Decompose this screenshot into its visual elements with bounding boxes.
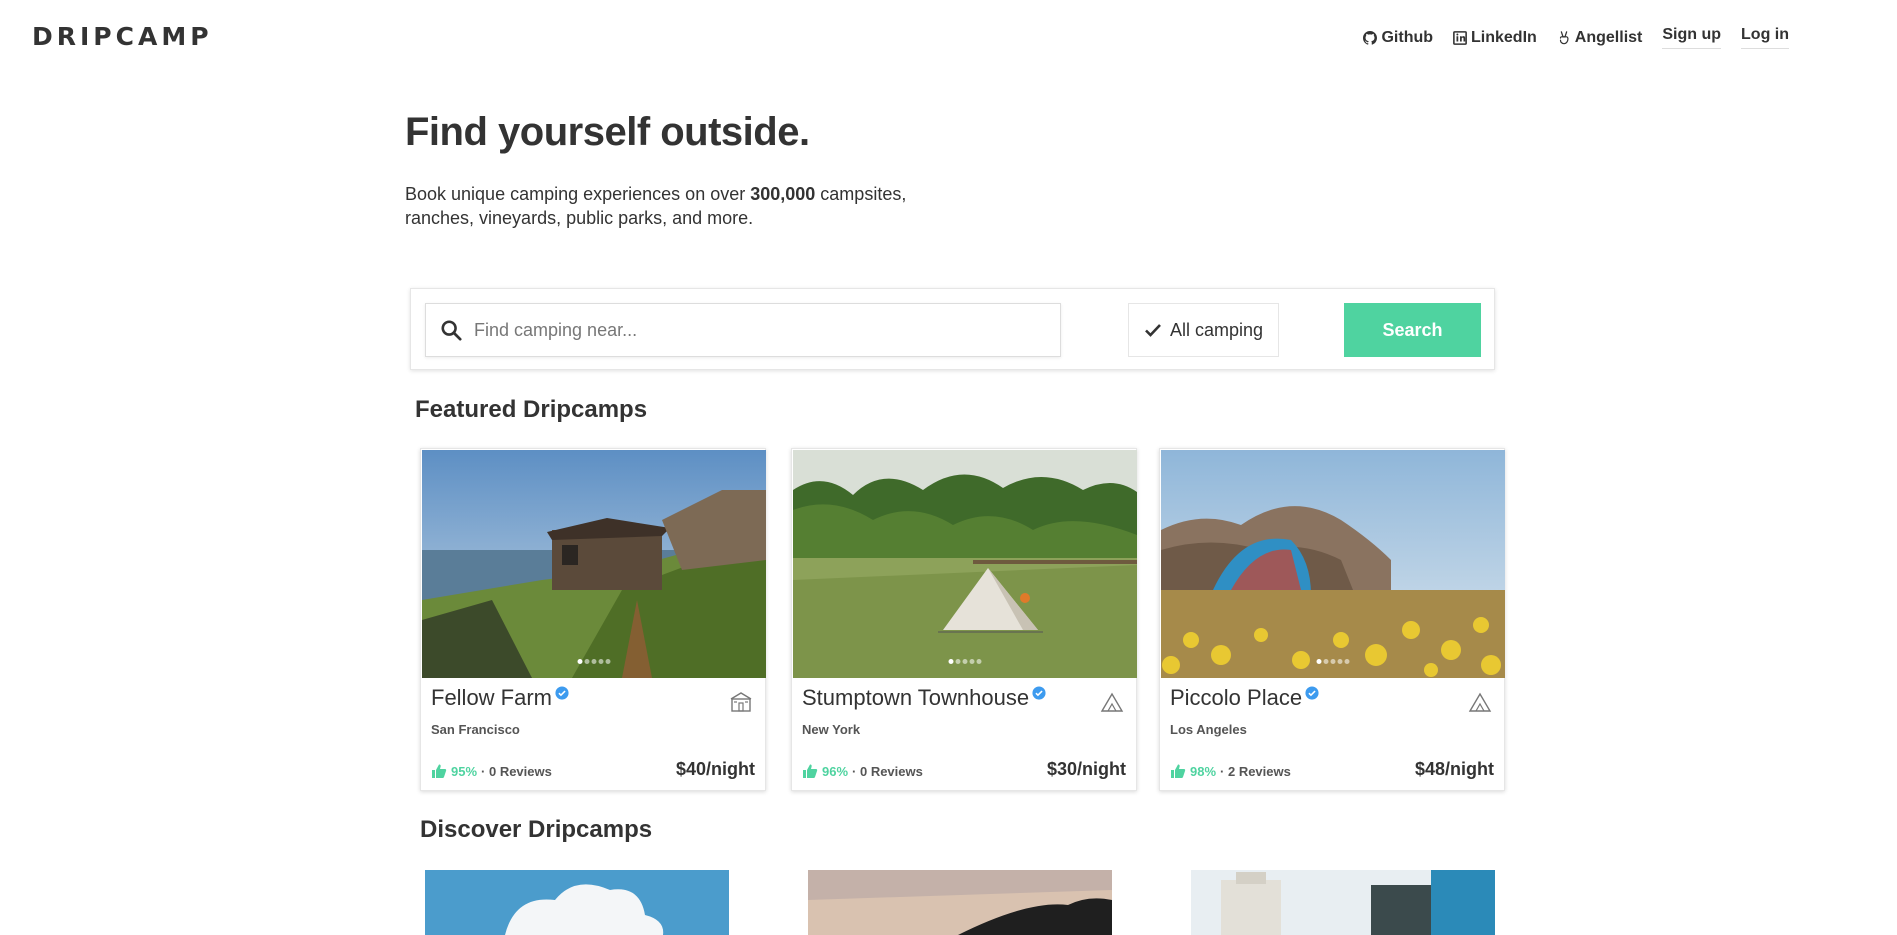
verified-badge-icon <box>555 686 569 700</box>
card-location: New York <box>802 722 861 737</box>
github-icon <box>1363 30 1378 45</box>
nav-angellist-label: Angellist <box>1574 28 1643 46</box>
card-title[interactable]: Piccolo Place <box>1170 685 1319 711</box>
nav-linkedin-link[interactable]: LinkedIn <box>1453 29 1537 47</box>
thumbs-up-icon <box>432 764 447 778</box>
camping-filter-button[interactable]: All camping <box>1128 303 1279 357</box>
thumbs-up-icon <box>803 764 818 778</box>
search-icon <box>441 320 462 341</box>
card-price: $48/night <box>1414 759 1494 779</box>
nav-linkedin-label: LinkedIn <box>1471 28 1537 46</box>
card-rating: 96% · 0 Reviews <box>802 763 923 779</box>
meadow-tent-photo <box>793 450 1137 678</box>
nav-github-label: Github <box>1381 28 1434 46</box>
featured-section-title: Featured Dripcamps <box>415 396 648 423</box>
discover-card-photo[interactable] <box>1191 870 1495 935</box>
discover-card-photo[interactable] <box>808 870 1112 935</box>
card-photo[interactable] <box>1161 450 1505 678</box>
hero-subtitle: Book unique camping experiences on over … <box>405 182 945 230</box>
review-count[interactable]: · 0 Reviews <box>852 764 923 779</box>
login-link[interactable]: Log in <box>1741 26 1789 49</box>
card-rating: 95% · 0 Reviews <box>431 763 552 779</box>
rating-percent: 98% <box>1190 763 1217 779</box>
city-buildings-photo <box>1191 870 1495 935</box>
card-name-text: Fellow Farm <box>431 685 553 710</box>
nav-github-link[interactable]: Github <box>1363 29 1433 47</box>
featured-card[interactable]: Piccolo Place Los Angeles 98% · 2 Review… <box>1159 448 1505 791</box>
verified-badge-icon <box>1032 686 1046 700</box>
site-header: DRIPCAMP Github LinkedIn Angellist Sign … <box>0 0 1897 72</box>
cloud-sky-photo <box>425 870 729 935</box>
card-photo[interactable] <box>422 450 766 678</box>
carousel-dots[interactable] <box>577 659 611 664</box>
hero-subtitle-pre: Book unique camping experiences on over <box>405 184 751 204</box>
rating-percent: 95% <box>451 763 478 779</box>
discover-section-title: Discover Dripcamps <box>420 816 653 843</box>
card-price: $30/night <box>1046 759 1126 779</box>
card-name-text: Piccolo Place <box>1170 685 1303 710</box>
top-nav: Github LinkedIn Angellist Sign up Log in <box>1363 26 1789 49</box>
wildflower-tent-photo <box>1161 450 1505 678</box>
dripcamp-logo[interactable]: DRIPCAMP <box>32 22 213 51</box>
search-panel: All camping Search <box>410 288 1495 370</box>
search-button[interactable]: Search <box>1344 303 1481 357</box>
hero-title: Find yourself outside. <box>405 110 810 154</box>
card-title[interactable]: Stumptown Townhouse <box>802 685 1046 711</box>
hero-subtitle-count: 300,000 <box>750 184 816 204</box>
discover-card-photo[interactable] <box>425 870 729 935</box>
card-price: $40/night <box>675 759 755 779</box>
tent-icon <box>1468 692 1492 712</box>
card-location: Los Angeles <box>1170 722 1247 737</box>
card-title[interactable]: Fellow Farm <box>431 685 569 711</box>
review-count[interactable]: · 0 Reviews <box>481 764 552 779</box>
featured-card[interactable]: Stumptown Townhouse New York 96% · 0 Rev… <box>791 448 1137 791</box>
nav-angellist-link[interactable]: Angellist <box>1557 28 1643 47</box>
checkmark-icon <box>1145 324 1161 337</box>
review-count[interactable]: · 2 Reviews <box>1220 764 1291 779</box>
signup-link[interactable]: Sign up <box>1662 26 1722 49</box>
search-field[interactable] <box>425 303 1061 357</box>
card-rating: 98% · 2 Reviews <box>1170 763 1291 779</box>
card-photo[interactable] <box>793 450 1137 678</box>
carousel-dots[interactable] <box>948 659 982 664</box>
coastal-cabin-photo <box>422 450 766 678</box>
cabin-icon <box>730 692 752 712</box>
card-name-text: Stumptown Townhouse <box>802 685 1030 710</box>
angellist-icon <box>1559 30 1569 44</box>
featured-card[interactable]: Fellow Farm San Francisco 95% · 0 Review… <box>420 448 766 791</box>
camping-filter-label: All camping <box>1169 319 1264 340</box>
carousel-dots[interactable] <box>1316 659 1350 664</box>
card-location: San Francisco <box>431 722 520 737</box>
rating-percent: 96% <box>822 763 849 779</box>
search-input[interactable] <box>474 319 1034 341</box>
thumbs-up-icon <box>1171 764 1186 778</box>
linkedin-icon <box>1453 30 1467 45</box>
sunset-hills-photo <box>808 870 1112 935</box>
verified-badge-icon <box>1305 686 1319 700</box>
tent-icon <box>1100 692 1124 712</box>
